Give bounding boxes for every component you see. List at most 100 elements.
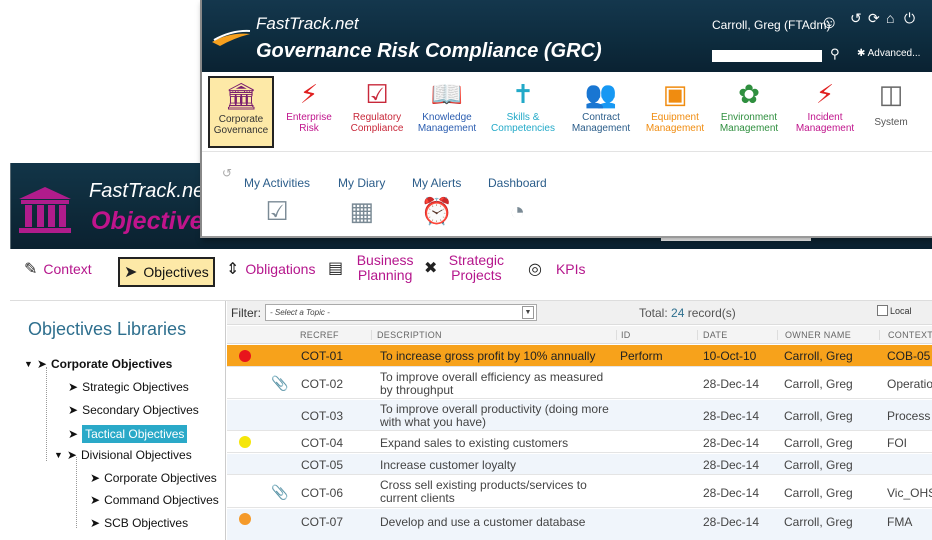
status-dot-yellow — [239, 436, 251, 448]
col-context[interactable]: CONTEXT — [879, 330, 932, 340]
cell-owner: Carroll, Greg — [784, 409, 853, 423]
table-row[interactable]: 📎 COT-02 To improve overall efficiency a… — [227, 368, 932, 399]
paperclip-icon[interactable]: 📎 — [271, 375, 288, 392]
grc-header: FastTrack.net Governance Risk Compliance… — [202, 0, 932, 72]
tab-context[interactable]: ✎ Context — [24, 259, 92, 279]
lightning-icon: ⚡ — [815, 79, 835, 109]
module-knowledge-management[interactable]: 📖 Knowledge Management — [414, 76, 480, 148]
document-lines-icon: ▤ — [328, 260, 344, 277]
tab-strategic-projects[interactable]: ✖ Strategic Projects — [424, 253, 509, 283]
col-description[interactable]: DESCRIPTION — [371, 330, 442, 340]
module-enterprise-risk[interactable]: ⚡ Enterprise Risk — [276, 76, 342, 148]
module-corporate-governance[interactable]: 🏛 Corporate Governance — [208, 76, 274, 148]
tree-node-scb-objectives[interactable]: ➤ SCB Objectives — [90, 516, 188, 530]
col-date[interactable]: DATE — [697, 330, 728, 340]
table-row[interactable]: 📎 COT-06 Cross sell existing products/se… — [227, 476, 932, 508]
user-icon[interactable]: ☺ — [820, 12, 838, 33]
cell-description: Cross sell existing products/services to… — [380, 478, 587, 505]
table-row[interactable]: COT-07 Develop and use a customer databa… — [227, 509, 932, 540]
table-row[interactable]: COT-01 To increase gross profit by 10% a… — [227, 345, 932, 367]
objectives-tab-bar: ✎ Context ➤ Objectives ⇕ Obligations ▤ B… — [10, 249, 932, 301]
module-contract-management[interactable]: 👥 Contract Management — [568, 76, 634, 148]
tree-node-command-objectives[interactable]: ➤ Command Objectives — [90, 493, 219, 507]
cell-date: 28-Dec-14 — [703, 515, 760, 529]
cell-id: Perform — [620, 349, 663, 363]
search-icon[interactable]: ⚲ — [830, 46, 840, 62]
tab-label: Obligations — [245, 261, 316, 277]
module-system[interactable]: ◫ System — [858, 76, 924, 148]
cell-date: 28-Dec-14 — [703, 486, 760, 500]
cell-description: Expand sales to existing customers — [380, 436, 569, 450]
activity-my-alerts[interactable]: My Alerts ⏰ — [412, 176, 461, 226]
checklist-icon: ☑ — [265, 196, 289, 226]
tree-node-secondary-objectives[interactable]: ➤ Secondary Objectives — [68, 403, 199, 417]
cell-context: FMA — [887, 515, 913, 529]
topic-filter-select[interactable]: - Select a Topic - ▼ — [265, 304, 537, 321]
home-icon[interactable]: ⌂ — [886, 10, 894, 26]
search-input[interactable] — [712, 50, 822, 62]
filter-bar: Filter: - Select a Topic - ▼ Total: 24 r… — [227, 301, 932, 325]
status-dot-red — [239, 350, 251, 362]
module-regulatory-compliance[interactable]: ☑ Regulatory Compliance — [344, 76, 410, 148]
tab-business-planning[interactable]: ▤ Business Planning — [328, 253, 421, 283]
person-icon: ✝ — [512, 79, 534, 109]
paperclip-icon[interactable]: 📎 — [271, 484, 288, 501]
record-total: Total: 24 record(s) — [639, 306, 736, 320]
chevron-down-icon[interactable]: ▼ — [522, 306, 534, 319]
arrow-cursor-icon: ➤ — [66, 448, 77, 462]
pillars-logo-icon — [19, 187, 71, 233]
activity-my-activities[interactable]: My Activities ☑ — [244, 176, 310, 226]
tree-node-corporate-objectives[interactable]: ▼ ➤ Corporate Objectives — [24, 357, 172, 371]
tree-connector — [46, 367, 47, 461]
col-recref[interactable]: RECREF — [300, 330, 339, 340]
module-equipment-management[interactable]: ▣ Equipment Management — [642, 76, 708, 148]
tab-kpis[interactable]: ◎ KPIs — [528, 259, 586, 279]
col-owner-name[interactable]: OWNER NAME — [777, 330, 851, 340]
cell-context: FOI — [887, 436, 907, 450]
calendar-icon: ▦ — [349, 196, 374, 226]
advanced-search-link[interactable]: ✱ Advanced... — [857, 48, 920, 59]
activity-dashboard[interactable]: Dashboard ◔ — [488, 176, 547, 226]
cell-description: To improve overall efficiency as measure… — [380, 370, 604, 397]
cell-description: To increase gross profit by 10% annually — [380, 349, 596, 363]
table-row[interactable]: COT-04 Expand sales to existing customer… — [227, 432, 932, 453]
record-count: 24 — [671, 306, 685, 320]
tab-objectives[interactable]: ➤ Objectives — [118, 257, 215, 287]
checkbox-icon: ☑ — [365, 79, 389, 109]
equipment-icon: ▣ — [662, 79, 688, 109]
module-bar: 🏛 Corporate Governance ⚡ Enterprise Risk… — [202, 72, 932, 152]
brand-name: FastTrack.net — [256, 14, 359, 33]
arrow-cursor-icon: ➤ — [36, 357, 47, 371]
settings-icon: ✱ — [857, 48, 866, 59]
cell-owner: Carroll, Greg — [784, 515, 853, 529]
table-row[interactable]: COT-03 To improve overall productivity (… — [227, 400, 932, 431]
objectives-library-pane: Objectives Libraries ▼ ➤ Corporate Objec… — [10, 301, 226, 540]
toolbox-icon: ◫ — [878, 79, 904, 109]
tab-obligations[interactable]: ⇕ Obligations — [226, 259, 315, 279]
brand-name: FastTrack.net — [89, 180, 210, 202]
module-environment-management[interactable]: ✿ Environment Management — [716, 76, 782, 148]
power-icon[interactable]: ⏻ — [904, 10, 915, 27]
local-checkbox[interactable]: Local — [877, 305, 912, 316]
tree-node-tactical-objectives[interactable]: ➤ Tactical Objectives — [68, 425, 188, 443]
arrow-cursor-icon: ➤ — [68, 403, 79, 417]
back-circle-icon[interactable]: ↺ — [850, 10, 862, 27]
cell-recref: COT-07 — [301, 515, 344, 529]
table-row[interactable]: COT-05 Increase customer loyalty 28-Dec-… — [227, 454, 932, 475]
module-skills-competencies[interactable]: ✝ Skills & Competencies — [490, 76, 556, 148]
target-icon: ◎ — [528, 261, 542, 278]
tree-node-strategic-objectives[interactable]: ➤ Strategic Objectives — [68, 380, 189, 394]
back-arrow-icon[interactable]: ↺ — [222, 166, 232, 180]
arrow-cursor-icon: ➤ — [68, 380, 79, 394]
module-incident-management[interactable]: ⚡ Incident Management — [792, 76, 858, 148]
col-id[interactable]: ID — [616, 330, 631, 340]
tab-label: Strategic Projects — [448, 252, 505, 283]
caret-down-icon: ▼ — [24, 359, 33, 369]
checkbox-icon[interactable] — [877, 305, 888, 316]
tree-node-corporate-objectives-sub[interactable]: ➤ Corporate Objectives — [90, 471, 217, 485]
activity-my-diary[interactable]: My Diary ▦ — [338, 176, 385, 226]
refresh-icon[interactable]: ⟳ — [868, 10, 880, 27]
leaf-icon: ✿ — [738, 79, 760, 109]
tree-node-divisional-objectives[interactable]: ▼ ➤ Divisional Objectives — [54, 448, 192, 462]
arrow-cursor-icon: ➤ — [68, 427, 79, 441]
